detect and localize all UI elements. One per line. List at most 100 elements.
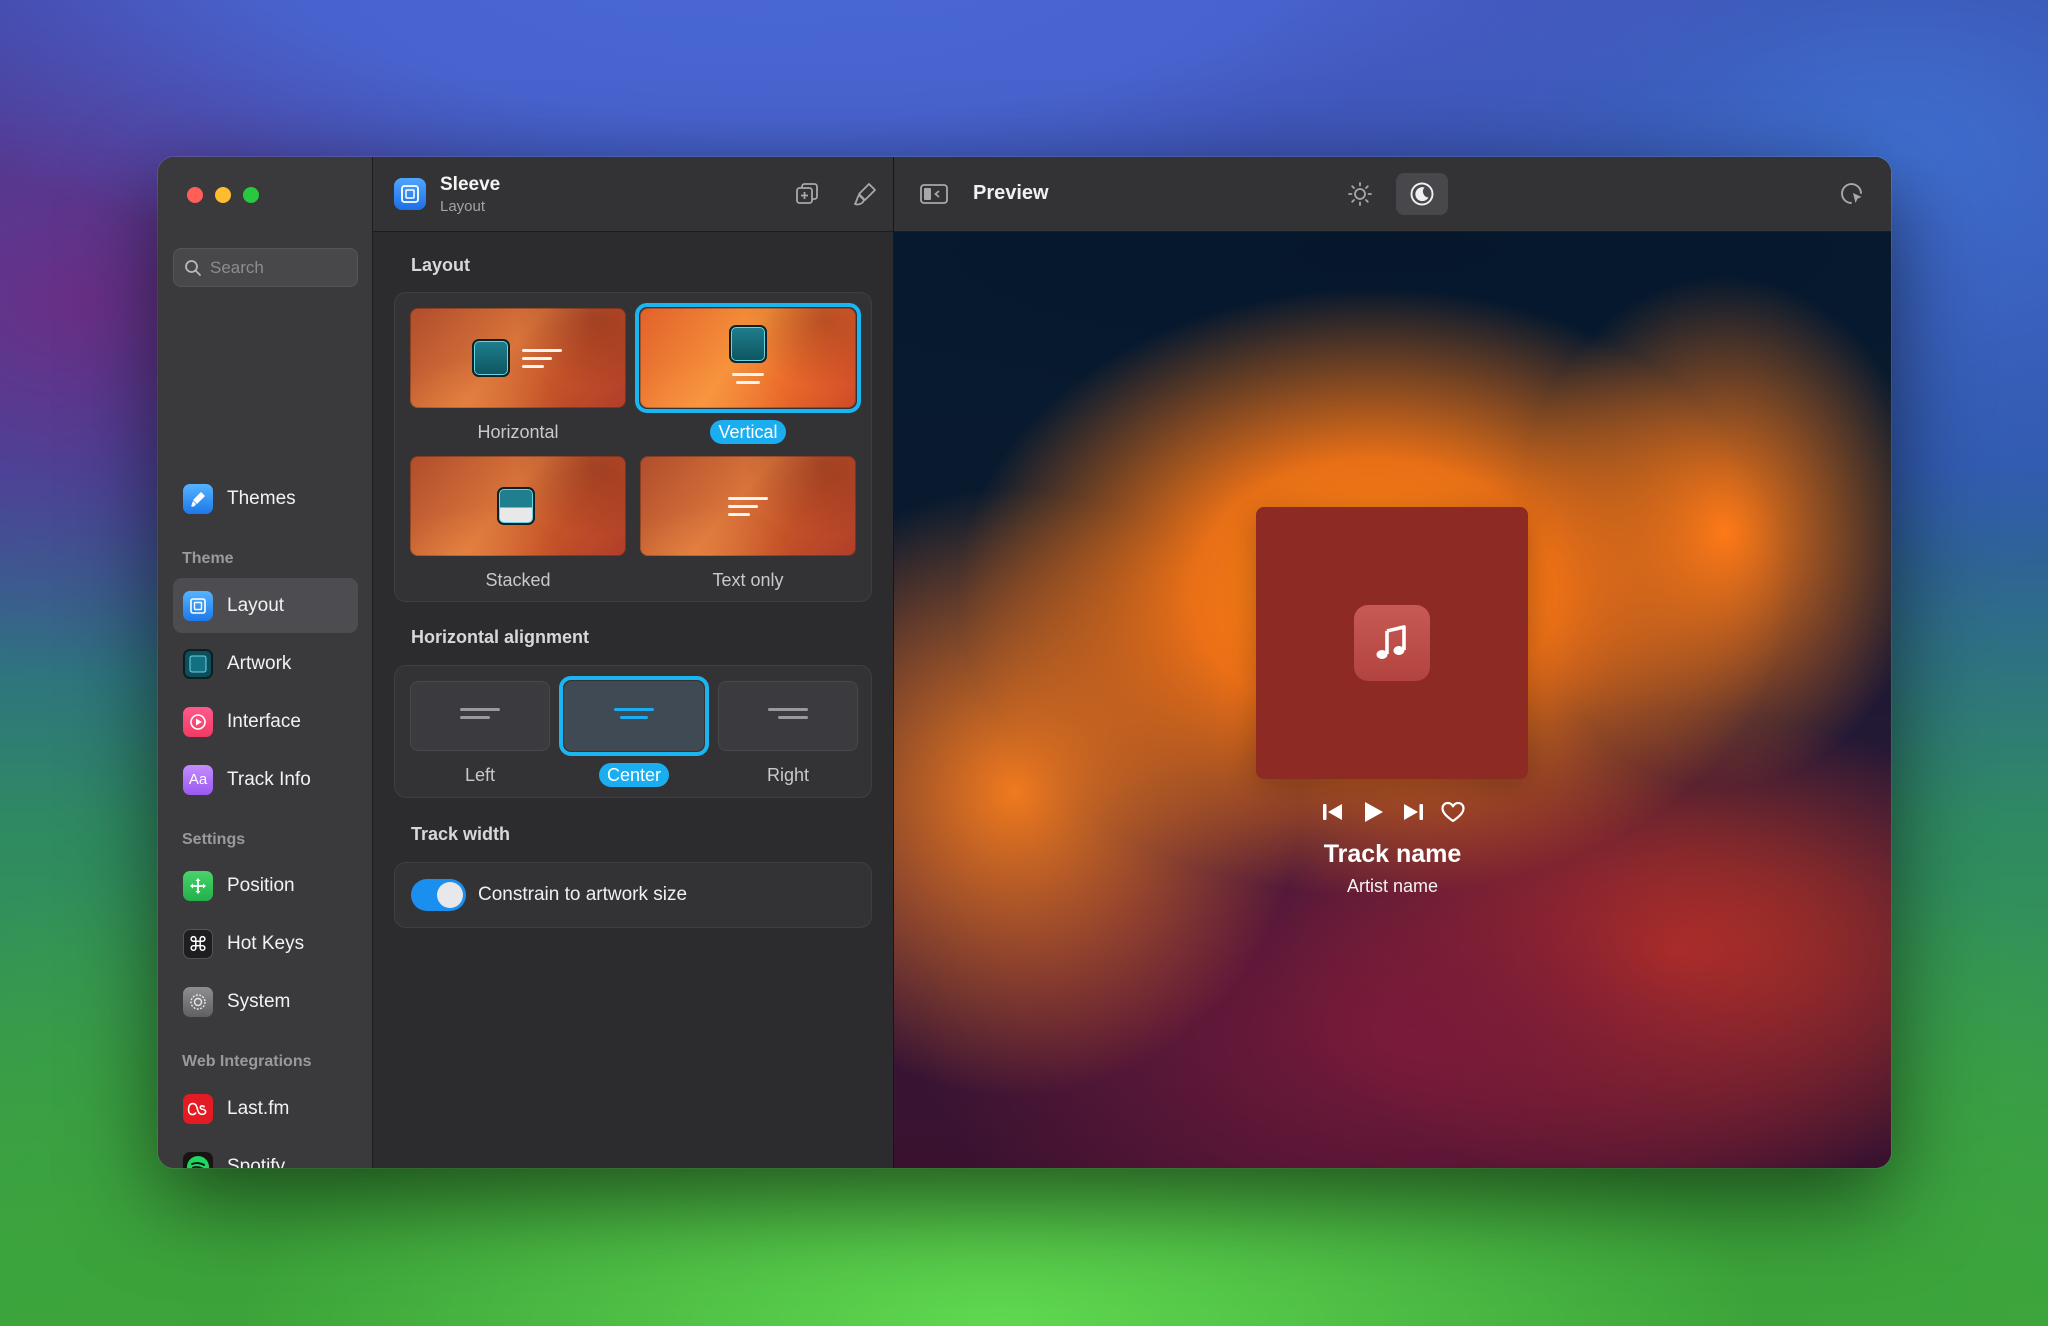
heart-icon: [1440, 801, 1465, 823]
brush-icon: [854, 183, 876, 206]
constrain-label: Constrain to artwork size: [478, 884, 688, 905]
sidebar-toggle-icon: [920, 184, 948, 204]
layout-option-stacked[interactable]: Stacked: [410, 456, 626, 592]
sidebar-item-label: System: [227, 990, 291, 1012]
previous-track-button[interactable]: [1320, 800, 1346, 829]
section-label-settings: Settings: [182, 831, 246, 848]
sidebar: Themes Theme Layout Artwork Interface Aa…: [158, 157, 373, 1168]
sidebar-item-label: Artwork: [227, 652, 292, 674]
sidebar-item-system[interactable]: System: [173, 974, 358, 1029]
layout-option-vertical[interactable]: Vertical: [635, 303, 861, 444]
layout-option-horizontal[interactable]: Horizontal: [410, 308, 626, 444]
sidebar-item-spotify[interactable]: Spotify: [173, 1139, 358, 1168]
next-track-button[interactable]: [1400, 800, 1426, 829]
preview-header: Preview: [894, 157, 1891, 232]
sidebar-item-artwork[interactable]: Artwork: [173, 636, 358, 691]
layout-option-label: Stacked: [485, 570, 551, 590]
favorite-button[interactable]: [1440, 800, 1466, 829]
sidebar-item-label: Interface: [227, 710, 301, 732]
skip-forward-icon: [1403, 804, 1423, 820]
constrain-row: Constrain to artwork size: [394, 862, 872, 928]
close-window-button[interactable]: [187, 187, 203, 203]
sidebar-item-label: Layout: [227, 594, 285, 616]
settings-panel: Sleeve Layout Layout Horizontal Vertical…: [373, 157, 894, 1168]
text-icon: Aa: [183, 764, 213, 795]
sidebar-item-lastfm[interactable]: Last.fm: [173, 1081, 358, 1136]
minimize-window-button[interactable]: [215, 187, 231, 203]
music-note-icon: [1354, 605, 1430, 681]
light-mode-button[interactable]: [1341, 175, 1379, 213]
sidebar-item-hot-keys[interactable]: ⌘ Hot Keys: [173, 916, 358, 971]
edit-theme-button[interactable]: [849, 178, 881, 210]
preview-pane: Preview Track name Artist name: [894, 157, 1891, 1168]
alignment-option-left[interactable]: Left: [410, 681, 550, 787]
sidebar-item-label: Position: [227, 874, 295, 896]
align-left-icon: [460, 708, 500, 724]
text-lines-icon: [522, 349, 562, 373]
track-name: Track name: [1323, 840, 1462, 868]
toggle-sidebar-button[interactable]: [918, 178, 950, 210]
align-center-icon: [614, 708, 654, 724]
settings-header: Sleeve Layout: [373, 157, 893, 232]
text-lines-icon: [732, 373, 764, 389]
alignment-option-center[interactable]: Center: [559, 676, 709, 787]
sidebar-item-position[interactable]: Position: [173, 858, 358, 913]
sidebar-item-layout[interactable]: Layout: [173, 578, 358, 633]
play-button[interactable]: [1360, 800, 1386, 829]
alignment-group-label: Horizontal alignment: [411, 627, 590, 647]
alignment-thumbnail: [564, 681, 704, 751]
layout-options-group: Horizontal Vertical Stacked Text only: [394, 292, 872, 602]
layout-group-label: Layout: [411, 255, 471, 275]
layout-icon: [183, 590, 213, 621]
moon-icon: [1410, 182, 1434, 206]
play-icon: [1364, 802, 1383, 822]
sidebar-item-interface[interactable]: Interface: [173, 694, 358, 749]
sidebar-item-track-info[interactable]: Aa Track Info: [173, 752, 358, 807]
move-icon: [183, 870, 213, 901]
refresh-pointer-button[interactable]: [1836, 178, 1868, 210]
align-right-icon: [768, 708, 808, 724]
layout-thumbnail: [410, 456, 626, 556]
window-controls: [187, 187, 259, 203]
artwork-placeholder-icon: [497, 487, 535, 525]
search-input[interactable]: [210, 257, 350, 278]
alignment-option-label: Right: [766, 765, 810, 785]
search-field[interactable]: [173, 248, 358, 287]
search-icon: [185, 259, 201, 276]
track-width-label: Track width: [411, 824, 511, 844]
sidebar-item-themes[interactable]: Themes: [173, 471, 358, 526]
layout-thumbnail: [640, 308, 856, 408]
interface-icon: [183, 706, 213, 737]
layout-option-label: Vertical: [710, 420, 786, 444]
section-label-theme: Theme: [182, 550, 234, 567]
alignment-options-group: Left Center Right: [394, 665, 872, 798]
layout-option-label: Horizontal: [477, 422, 559, 442]
alignment-option-right[interactable]: Right: [718, 681, 858, 787]
artist-name: Artist name: [1346, 876, 1439, 896]
artwork-card: [1256, 507, 1528, 779]
alignment-thumbnail: [718, 681, 858, 751]
skip-back-icon: [1322, 804, 1342, 820]
dark-mode-button[interactable]: [1396, 173, 1448, 215]
sidebar-item-label: Spotify: [227, 1155, 286, 1169]
lastfm-icon: [183, 1093, 213, 1124]
layout-thumbnail: [640, 456, 856, 556]
sidebar-item-label: Last.fm: [227, 1097, 290, 1119]
layout-option-text-only[interactable]: Text only: [640, 456, 856, 592]
alignment-option-label: Left: [464, 765, 496, 785]
layout-option-label: Text only: [712, 570, 784, 590]
text-lines-icon: [728, 497, 768, 521]
constrain-toggle[interactable]: [411, 879, 466, 911]
duplicate-button[interactable]: [791, 178, 823, 210]
gear-icon: [183, 986, 213, 1017]
spotify-icon: [183, 1151, 213, 1168]
cursor-refresh-icon: [1841, 183, 1862, 204]
app-window: Themes Theme Layout Artwork Interface Aa…: [158, 157, 1891, 1168]
zoom-window-button[interactable]: [243, 187, 259, 203]
sun-icon: [1348, 182, 1372, 206]
sidebar-item-label: Hot Keys: [227, 932, 305, 954]
command-icon: ⌘: [183, 928, 213, 959]
sidebar-item-label: Track Info: [227, 768, 311, 790]
artwork-placeholder-icon: [472, 339, 510, 377]
artwork-placeholder-icon: [729, 325, 767, 363]
